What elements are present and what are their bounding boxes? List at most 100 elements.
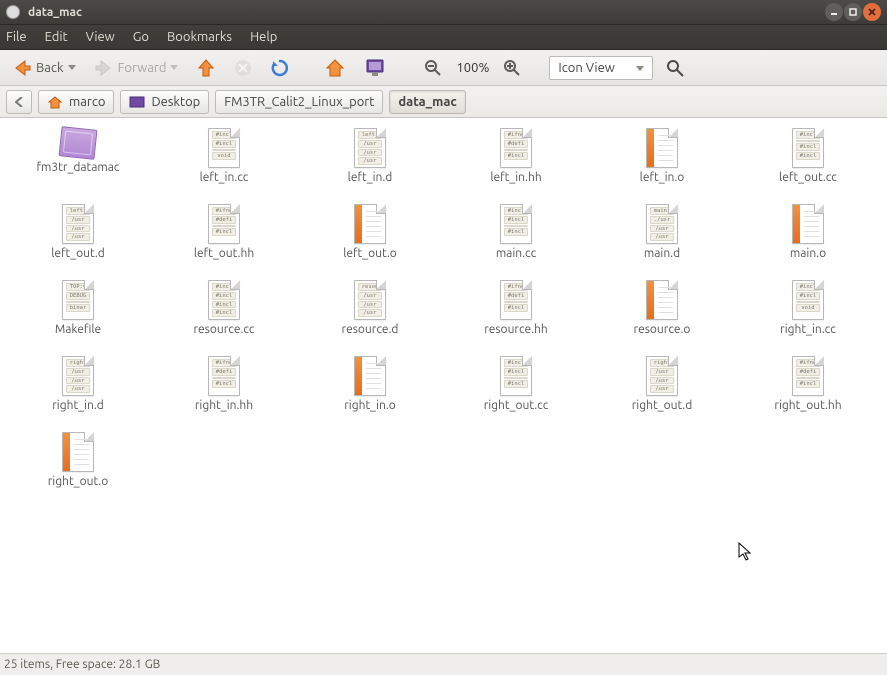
view-mode-label: Icon View [558, 61, 614, 75]
back-arrow-icon [12, 58, 32, 78]
main-toolbar: Back Forward 100% Icon View [0, 50, 887, 86]
zoom-out-button[interactable] [418, 56, 448, 80]
file-item[interactable]: left_/usr/usr/usrleft_out.d [8, 202, 148, 278]
file-label: resource.d [342, 323, 399, 336]
file-item[interactable]: main.o [738, 202, 878, 278]
file-item[interactable]: #incl#incl #inclmain.cc [446, 202, 586, 278]
file-item[interactable]: #incl#incl voidright_in.cc [738, 278, 878, 354]
search-button[interactable] [659, 55, 691, 81]
home-icon [324, 57, 346, 79]
file-label: resource.hh [484, 323, 548, 336]
file-item[interactable]: right_out.o [8, 430, 148, 506]
file-label: fm3tr_datamac [36, 161, 119, 174]
minimize-button[interactable] [825, 3, 843, 21]
menu-go[interactable]: Go [133, 30, 149, 44]
file-item[interactable]: #ifnd#defi #inclresource.hh [446, 278, 586, 354]
file-label: main.d [644, 247, 680, 260]
maximize-button[interactable] [844, 3, 862, 21]
component-icon [59, 126, 98, 160]
forward-arrow-icon [94, 58, 114, 78]
object-file-icon [62, 432, 94, 472]
file-label: right_out.d [632, 399, 693, 412]
file-item[interactable]: main../usr/usr/usrmain.d [592, 202, 732, 278]
file-label: right_in.o [344, 399, 396, 412]
chevron-left-icon [15, 97, 23, 107]
object-file-icon [646, 128, 678, 168]
text-file-icon: left_/usr/usr/usr [354, 128, 386, 168]
path-segment-home[interactable]: marco [38, 90, 114, 114]
path-segment-label: data_mac [398, 95, 456, 109]
minimize-icon [829, 7, 839, 17]
window-title: data_mac [28, 6, 825, 19]
home-button[interactable] [318, 54, 352, 82]
text-file-icon: #incl #incl#incl [792, 128, 824, 168]
monitor-icon [364, 57, 386, 79]
zoom-in-icon [503, 59, 521, 77]
forward-label: Forward [118, 61, 167, 75]
text-file-icon: #incl#incl#incl#incl [208, 280, 240, 320]
text-file-icon: right/usr/usr/usr [646, 356, 678, 396]
text-file-icon: #incl#incl void [792, 280, 824, 320]
file-item[interactable]: fm3tr_datamac [8, 126, 148, 202]
location-bar: marco Desktop FM3TR_Calit2_Linux_port da… [0, 86, 887, 118]
reload-button[interactable] [264, 55, 296, 81]
computer-button[interactable] [358, 54, 392, 82]
file-item[interactable]: resou/usr/usr/usrresource.d [300, 278, 440, 354]
stop-icon [234, 59, 252, 77]
file-item[interactable]: right/usr/usr/usr right_out.d [592, 354, 732, 430]
file-label: right_in.d [52, 399, 104, 412]
close-button[interactable] [863, 3, 881, 21]
search-icon [665, 58, 685, 78]
file-item[interactable]: resource.o [592, 278, 732, 354]
file-item[interactable]: #ifnd#defi #inclright_out.hh [738, 354, 878, 430]
path-segment-desktop[interactable]: Desktop [120, 90, 209, 114]
file-label: left_out.d [51, 247, 105, 260]
app-icon [6, 5, 20, 19]
file-item[interactable]: left_in.o [592, 126, 732, 202]
path-back-button[interactable] [6, 90, 32, 114]
text-file-icon: #ifnd#defi #incl [208, 204, 240, 244]
path-segment-current[interactable]: data_mac [389, 90, 465, 114]
file-item[interactable]: #incl#incl voidleft_in.cc [154, 126, 294, 202]
file-item[interactable]: left_/usr/usr/usr left_in.d [300, 126, 440, 202]
file-item[interactable]: #incl #incl#inclleft_out.cc [738, 126, 878, 202]
menu-bar: File Edit View Go Bookmarks Help [0, 24, 887, 50]
menu-bookmarks[interactable]: Bookmarks [167, 30, 232, 44]
maximize-icon [848, 7, 858, 17]
view-mode-select[interactable]: Icon View [549, 56, 653, 80]
file-label: right_out.o [48, 475, 109, 488]
chevron-down-icon[interactable] [68, 65, 76, 70]
chevron-down-icon[interactable] [170, 65, 178, 70]
path-segment-label: marco [69, 95, 105, 109]
forward-button[interactable]: Forward [88, 55, 185, 81]
file-item[interactable]: #incl#incl#incl#inclresource.cc [154, 278, 294, 354]
stop-button[interactable] [228, 56, 258, 80]
file-item[interactable]: #ifnd#defi #inclright_in.hh [154, 354, 294, 430]
text-file-icon: right/usr/usr/usr [62, 356, 94, 396]
menu-file[interactable]: File [6, 30, 27, 44]
zoom-in-button[interactable] [497, 56, 527, 80]
file-item[interactable]: #incl#incl #inclright_out.cc [446, 354, 586, 430]
back-button[interactable]: Back [6, 55, 82, 81]
up-button[interactable] [190, 55, 222, 81]
text-file-icon: #incl#incl #incl [500, 356, 532, 396]
file-item[interactable]: right/usr/usr/usr right_in.d [8, 354, 148, 430]
file-item[interactable]: left_out.o [300, 202, 440, 278]
menu-edit[interactable]: Edit [45, 30, 68, 44]
file-item[interactable]: #ifnd#defi #inclleft_out.hh [154, 202, 294, 278]
status-text: 25 items, Free space: 28.1 GB [4, 658, 160, 671]
up-arrow-icon [196, 58, 216, 78]
file-label: main.o [790, 247, 826, 260]
object-file-icon [354, 204, 386, 244]
menu-help[interactable]: Help [250, 30, 277, 44]
text-file-icon: #ifnd#defi #incl [500, 128, 532, 168]
file-icon-view[interactable]: fm3tr_datamac#incl#incl voidleft_in.ccle… [0, 118, 887, 653]
file-item[interactable]: TOP:=DEBUG binarMakefile [8, 278, 148, 354]
zoom-level: 100% [456, 61, 489, 75]
file-label: left_in.d [348, 171, 393, 184]
path-segment-project[interactable]: FM3TR_Calit2_Linux_port [215, 90, 383, 114]
text-file-icon: #incl#incl void [208, 128, 240, 168]
file-item[interactable]: right_in.o [300, 354, 440, 430]
menu-view[interactable]: View [86, 30, 115, 44]
file-item[interactable]: #ifnd#defi #inclleft_in.hh [446, 126, 586, 202]
